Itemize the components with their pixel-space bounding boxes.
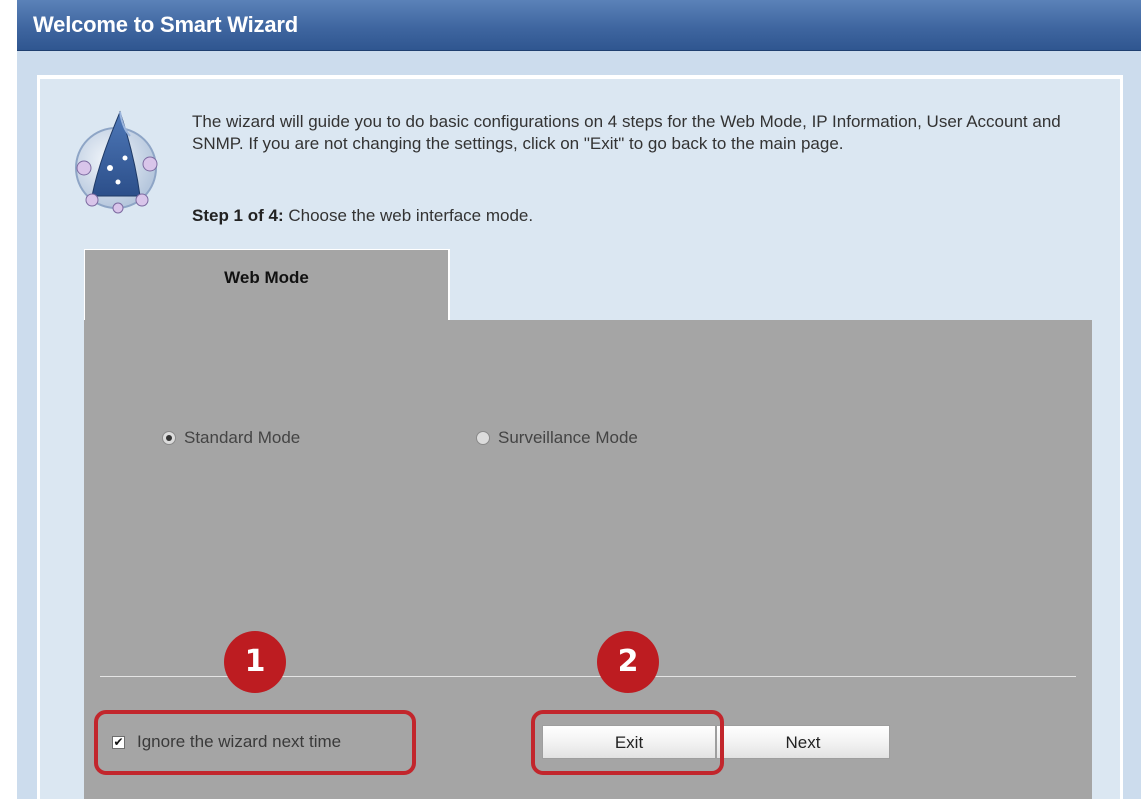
step-indicator: Step 1 of 4: Choose the web interface mo…: [192, 206, 533, 226]
wizard-hat-icon: [75, 110, 158, 214]
wizard-intro-text: The wizard will guide you to do basic co…: [192, 112, 1061, 153]
tab-web-mode-label: Web Mode: [224, 268, 309, 287]
radio-standard-mode-label: Standard Mode: [184, 428, 301, 447]
callout-highlight-checkbox: [94, 710, 416, 775]
tab-web-mode[interactable]: Web Mode: [84, 249, 450, 321]
step-label: Step 1 of 4:: [192, 206, 284, 225]
radio-surveillance-mode[interactable]: Surveillance Mode: [476, 428, 638, 448]
radio-button-selected[interactable]: [162, 431, 176, 445]
callout-highlight-exit: [531, 710, 724, 775]
callout-badge-1: 1: [224, 631, 286, 693]
step-description: Choose the web interface mode.: [283, 206, 534, 225]
title-bar: Welcome to Smart Wizard: [17, 0, 1141, 51]
radio-standard-mode[interactable]: Standard Mode: [162, 428, 300, 448]
callout-badge-2: 2: [597, 631, 659, 693]
radio-button-unselected[interactable]: [476, 431, 490, 445]
radio-surveillance-mode-label: Surveillance Mode: [498, 428, 638, 447]
page-title: Welcome to Smart Wizard: [33, 12, 298, 37]
next-button[interactable]: Next: [716, 725, 890, 759]
